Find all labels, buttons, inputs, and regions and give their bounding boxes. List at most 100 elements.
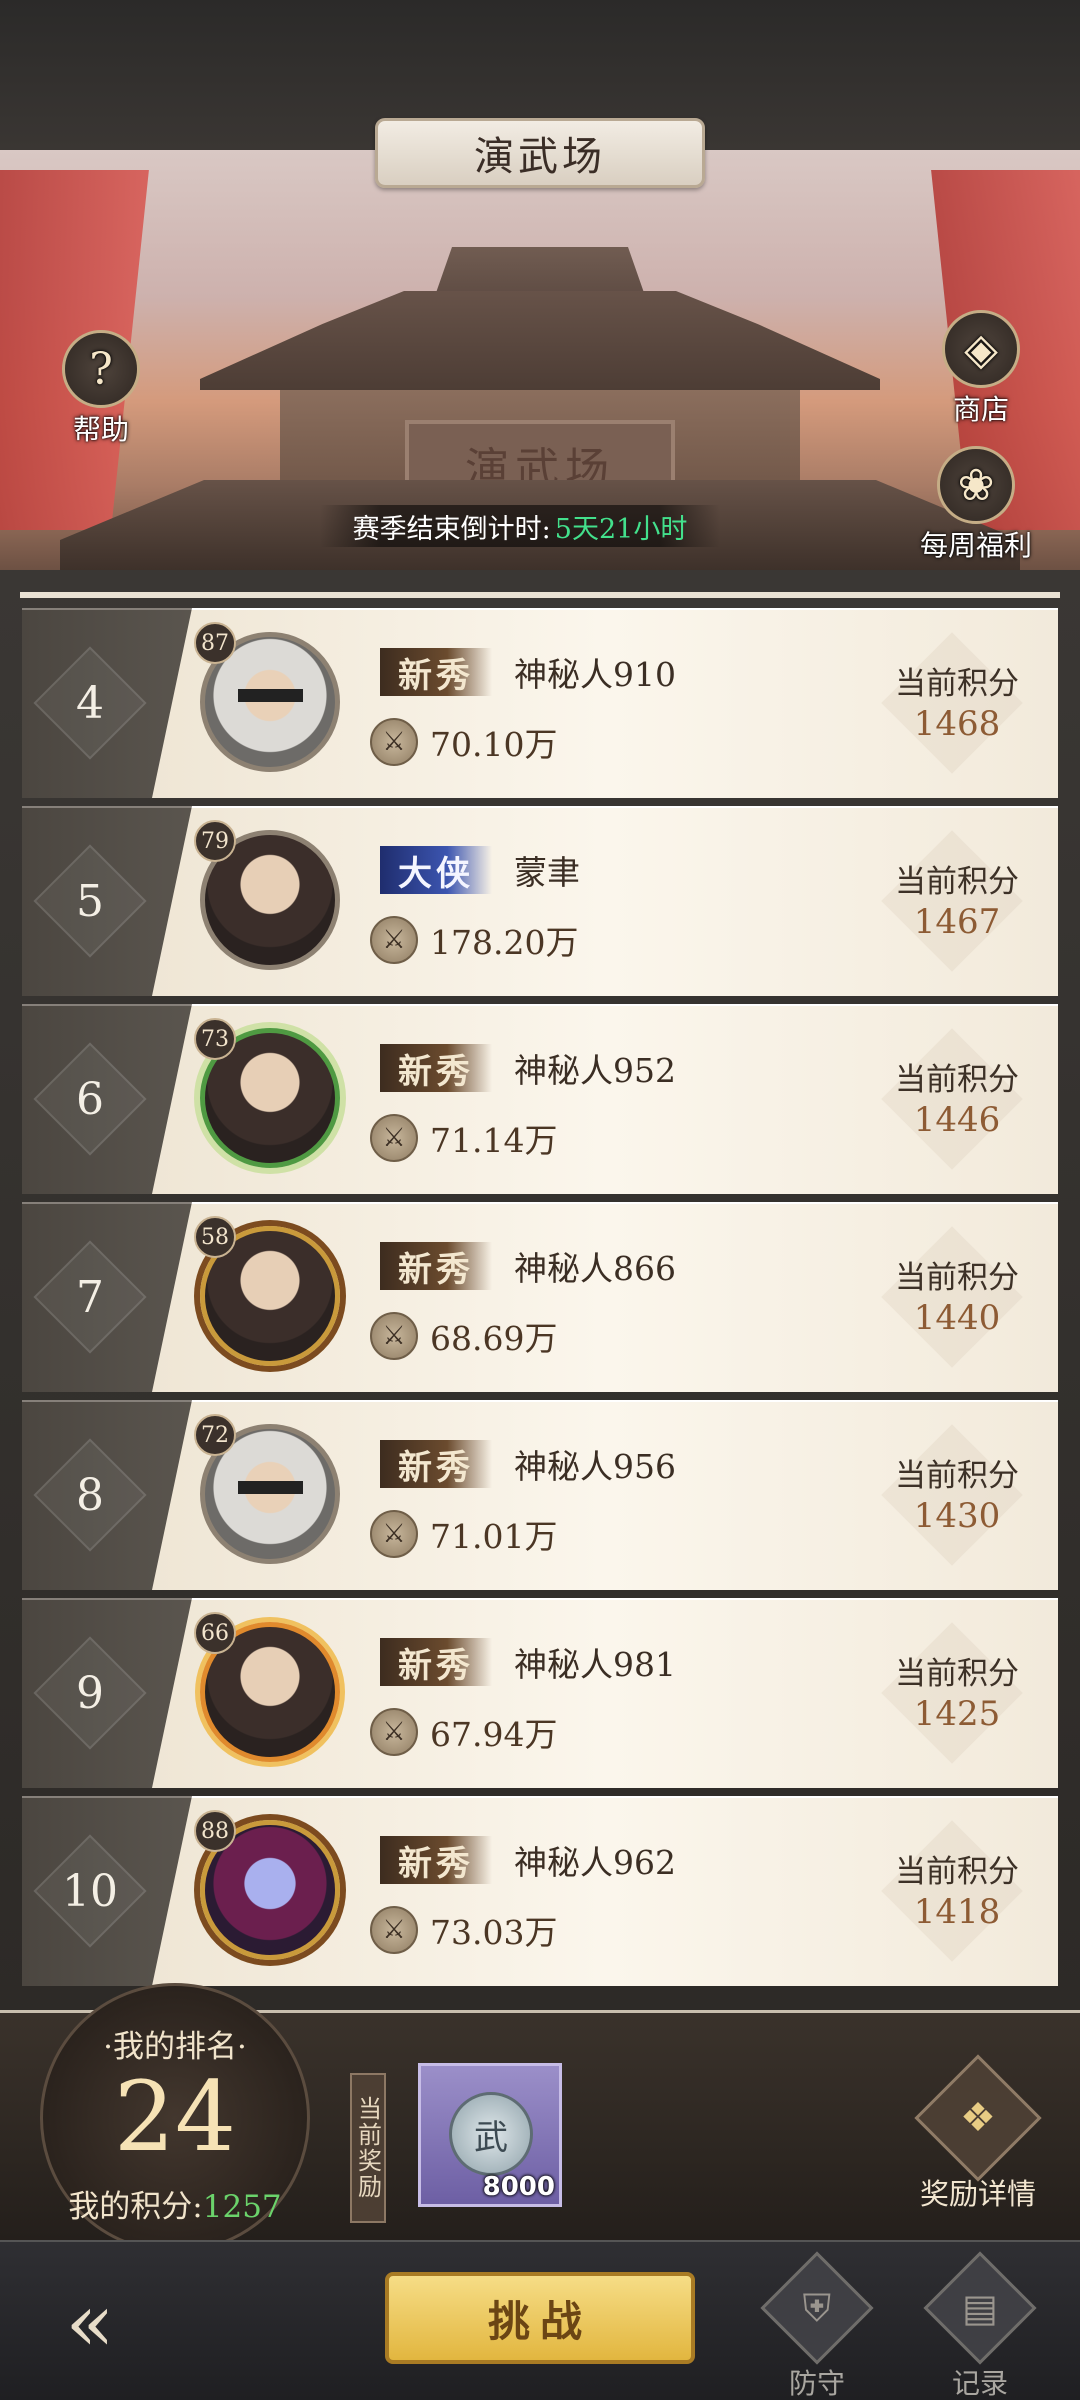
rank-number: 8 [76,1469,104,1521]
question-icon: ? [62,330,140,408]
level-badge: 58 [194,1216,236,1258]
avatar[interactable]: 66 [194,1612,340,1762]
shop-icon: ◈ [942,310,1020,388]
player-name: 神秘人981 [514,1645,676,1684]
defend-label: 防守 [788,2367,845,2400]
scroll-icon: ▤ [923,2251,1037,2365]
back-arrow-icon: « [65,2275,115,2369]
help-label: 帮助 [72,413,129,446]
list-divider [20,592,1060,598]
crossed-swords-icon: ⚔ [370,1906,418,1954]
bottom-nav: « 挑战 ⛨ 防守 ▤ 记录 [0,2240,1080,2400]
avatar[interactable]: 88 [194,1810,340,1960]
score-label: 当前积分 [895,1458,1019,1494]
combat-power: 73.03万 [430,1913,558,1952]
combat-power: 70.10万 [430,725,558,764]
score-value: 1440 [913,1298,1001,1338]
defend-button[interactable]: ⛨ 防守 [757,2251,877,2400]
score-label: 当前积分 [895,666,1019,702]
reward-item[interactable]: 武 8000 [418,2063,562,2207]
crossed-swords-icon: ⚔ [370,916,418,964]
level-badge: 72 [194,1414,236,1456]
current-reward-tag: 当前奖励 [350,2073,386,2223]
rank-number: 6 [76,1073,104,1125]
avatar[interactable]: 73 [194,1018,340,1168]
challenge-button[interactable]: 挑战 [385,2272,695,2364]
rank-title-tag: 新秀 [380,1440,492,1488]
reward-detail-button[interactable]: ❖ 奖励详情 [914,2054,1042,2213]
table-row[interactable]: 4 87 新秀 神秘人910 ⚔ 70.10万 当前积分 1468 [22,608,1058,798]
countdown-label: 赛季结束倒计时: [352,513,551,545]
combat-power: 71.01万 [430,1517,558,1556]
page-title: 演武场 [375,118,705,188]
shop-label: 商店 [952,393,1009,426]
score-label: 当前积分 [895,864,1019,900]
countdown-value: 5天21小时 [554,513,688,545]
my-score-label: 我的积分: [68,2189,203,2225]
score-value: 1467 [913,902,1001,942]
martial-coin-icon: 武 [449,2092,533,2176]
combat-power: 67.94万 [430,1715,558,1754]
player-name: 神秘人956 [514,1447,676,1486]
rank-number: 9 [76,1667,104,1719]
combat-power: 71.14万 [430,1121,558,1160]
rank-title-tag: 新秀 [380,648,492,696]
rank-number: 4 [76,677,104,729]
level-badge: 66 [194,1612,236,1654]
help-button[interactable]: ? 帮助 [62,330,140,448]
record-label: 记录 [951,2367,1008,2400]
shield-icon: ⛨ [760,2251,874,2365]
level-badge: 73 [194,1018,236,1060]
rank-title-tag: 新秀 [380,1044,492,1092]
score-value: 1418 [913,1892,1001,1932]
score-label: 当前积分 [895,1260,1019,1296]
rank-number: 10 [62,1865,118,1917]
score-value: 1446 [913,1100,1001,1140]
level-badge: 79 [194,820,236,862]
table-row[interactable]: 7 58 新秀 神秘人866 ⚔ 68.69万 当前积分 1440 [22,1202,1058,1392]
score-label: 当前积分 [895,1854,1019,1890]
score-label: 当前积分 [895,1062,1019,1098]
crossed-swords-icon: ⚔ [370,1510,418,1558]
table-row[interactable]: 5 79 大侠 蒙聿 ⚔ 178.20万 当前积分 1467 [22,806,1058,996]
reward-quantity: 8000 [482,2172,555,2202]
rank-number: 7 [76,1271,104,1323]
avatar[interactable]: 58 [194,1216,340,1366]
rank-number: 5 [76,875,104,927]
bag-icon: ❀ [937,446,1015,524]
avatar[interactable]: 79 [194,820,340,970]
crossed-swords-icon: ⚔ [370,1114,418,1162]
weekly-label: 每周福利 [920,529,1033,562]
table-row[interactable]: 6 73 新秀 神秘人952 ⚔ 71.14万 当前积分 1446 [22,1004,1058,1194]
combat-power: 68.69万 [430,1319,558,1358]
back-button[interactable]: « [20,2272,160,2372]
player-name: 神秘人866 [514,1249,676,1288]
my-score: 我的积分:1257 [45,2181,305,2226]
score-value: 1425 [913,1694,1001,1734]
score-label: 当前积分 [895,1656,1019,1692]
table-row[interactable]: 8 72 新秀 神秘人956 ⚔ 71.01万 当前积分 1430 [22,1400,1058,1590]
gift-box-icon: ❖ [914,2054,1042,2182]
player-name: 神秘人910 [514,655,676,694]
ranking-list[interactable]: 4 87 新秀 神秘人910 ⚔ 70.10万 当前积分 1468 5 79 大… [0,570,1080,2010]
weekly-welfare-button[interactable]: ❀ 每周福利 [920,446,1032,564]
player-name: 神秘人952 [514,1051,676,1090]
rank-title-tag: 新秀 [380,1242,492,1290]
crossed-swords-icon: ⚔ [370,1312,418,1360]
avatar[interactable]: 72 [194,1414,340,1564]
my-score-value: 1257 [202,2189,282,2225]
shop-button[interactable]: ◈ 商店 [942,310,1020,428]
my-rank-panel: ·我的排名· 24 我的积分:1257 当前奖励 武 8000 ❖ 奖励详情 [0,1983,1080,2253]
score-value: 1468 [913,704,1001,744]
score-value: 1430 [913,1496,1001,1536]
player-name: 神秘人962 [514,1843,676,1882]
player-name: 蒙聿 [514,853,580,892]
table-row[interactable]: 10 88 新秀 神秘人962 ⚔ 73.03万 当前积分 1418 [22,1796,1058,1986]
record-button[interactable]: ▤ 记录 [920,2251,1040,2400]
my-rank-value: 24 [113,2061,237,2173]
upper-roof [200,291,880,390]
avatar[interactable]: 87 [194,622,340,772]
table-row[interactable]: 9 66 新秀 神秘人981 ⚔ 67.94万 当前积分 1425 [22,1598,1058,1788]
rank-title-tag: 大侠 [380,846,492,894]
rank-title-tag: 新秀 [380,1836,492,1884]
